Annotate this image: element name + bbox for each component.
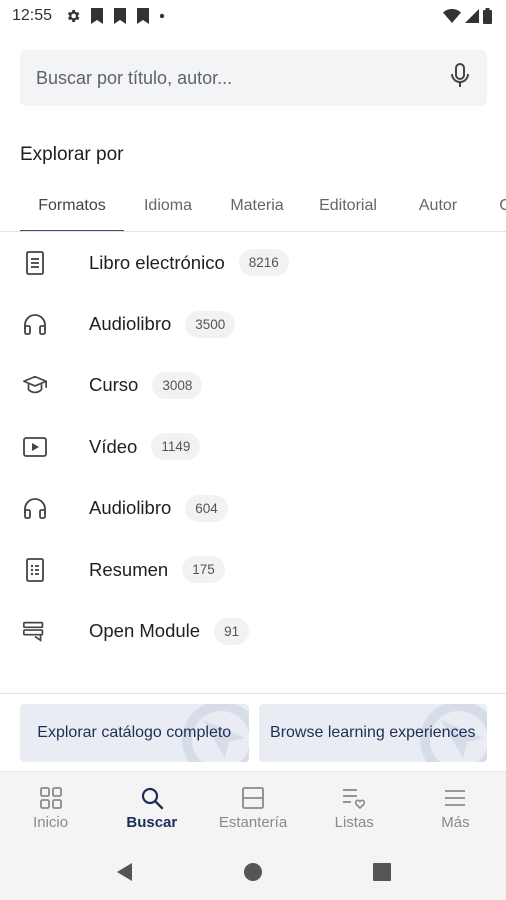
tab-autor[interactable]: Autor <box>400 180 476 231</box>
format-label: Libro electrónico <box>89 251 225 273</box>
tab-formatos[interactable]: Formatos <box>20 180 124 231</box>
format-item-ebook[interactable]: Libro electrónico 8216 <box>0 232 506 293</box>
format-label: Vídeo <box>89 435 138 457</box>
nav-mas[interactable]: Más <box>405 772 506 844</box>
bookmark-icon <box>113 8 127 24</box>
nav-label: Más <box>441 813 470 831</box>
signal-icon <box>465 9 479 23</box>
format-count: 3008 <box>152 371 203 399</box>
nav-listas[interactable]: Listas <box>304 772 405 844</box>
format-count: 1149 <box>151 433 201 461</box>
format-count: 3500 <box>185 310 236 338</box>
search-bar[interactable] <box>20 50 487 106</box>
wifi-icon <box>443 9 461 23</box>
format-item-audiobook[interactable]: Audiolibro 3500 <box>0 293 506 354</box>
ebook-icon <box>22 250 48 276</box>
status-bar: 12:55 <box>0 0 506 32</box>
format-item-video[interactable]: Vídeo 1149 <box>0 416 506 477</box>
headphones-icon <box>22 311 48 337</box>
shelf-icon <box>241 786 265 810</box>
battery-icon <box>483 8 492 24</box>
bookmark-icon <box>136 8 150 24</box>
format-label: Open Module <box>89 620 201 642</box>
bookmark-icon <box>90 8 104 24</box>
search-icon <box>140 786 164 810</box>
system-nav <box>0 844 506 900</box>
grid-icon <box>39 786 63 810</box>
menu-icon <box>443 786 467 810</box>
explore-tabs: Formatos Idioma Materia Editorial Autor … <box>0 180 506 232</box>
dot-icon <box>159 13 165 19</box>
cta-row: Explorar catálogo completo Browse learni… <box>20 704 487 762</box>
back-icon[interactable] <box>104 852 144 892</box>
format-label: Resumen <box>89 558 169 580</box>
format-item-course[interactable]: Curso 3008 <box>0 355 506 416</box>
video-icon <box>22 434 48 460</box>
format-item-summary[interactable]: Resumen 175 <box>0 539 506 600</box>
format-item-audiobook[interactable]: Audiolibro 604 <box>0 478 506 539</box>
nav-inicio[interactable]: Inicio <box>0 772 101 844</box>
format-count: 604 <box>185 494 228 522</box>
nav-label: Estantería <box>218 813 288 831</box>
format-list: Libro electrónico 8216 Audiolibro 3500 C… <box>0 232 506 694</box>
mic-icon[interactable] <box>449 62 471 95</box>
home-icon[interactable] <box>233 852 273 892</box>
nav-label: Listas <box>334 813 374 831</box>
explore-title: Explorar por <box>20 144 124 165</box>
format-count: 91 <box>214 617 250 645</box>
format-count: 175 <box>182 556 225 584</box>
format-count: 8216 <box>238 249 289 277</box>
explore-catalog-label: Explorar catálogo completo <box>37 724 232 741</box>
nav-estanteria[interactable]: Estantería <box>202 772 303 844</box>
format-label: Audiolibro <box>89 313 172 335</box>
list-heart-icon <box>341 786 367 810</box>
explore-catalog-button[interactable]: Explorar catálogo completo <box>20 704 249 762</box>
browse-learning-button[interactable]: Browse learning experiences <box>258 704 487 762</box>
search-input[interactable] <box>36 67 449 89</box>
browse-learning-label: Browse learning experiences <box>270 724 476 741</box>
tab-materia[interactable]: Materia <box>214 180 300 231</box>
graduation-cap-icon <box>22 372 48 398</box>
format-label: Curso <box>89 374 139 396</box>
nav-buscar[interactable]: Buscar <box>101 772 202 844</box>
format-item-open-module[interactable]: Open Module 91 <box>0 600 506 661</box>
tab-partial[interactable]: C <box>490 180 506 231</box>
nav-label: Buscar <box>126 813 178 831</box>
module-icon <box>22 618 48 644</box>
gear-icon <box>65 8 81 24</box>
status-time: 12:55 <box>12 7 53 24</box>
nav-label: Inicio <box>33 813 69 831</box>
tab-idioma[interactable]: Idioma <box>128 180 208 231</box>
recents-icon[interactable] <box>362 852 402 892</box>
format-label: Audiolibro <box>89 497 172 519</box>
headphones-icon <box>22 495 48 521</box>
summary-icon <box>22 557 48 583</box>
tab-editorial[interactable]: Editorial <box>306 180 390 231</box>
bottom-nav: Inicio Buscar Estantería Listas Más <box>0 771 506 844</box>
